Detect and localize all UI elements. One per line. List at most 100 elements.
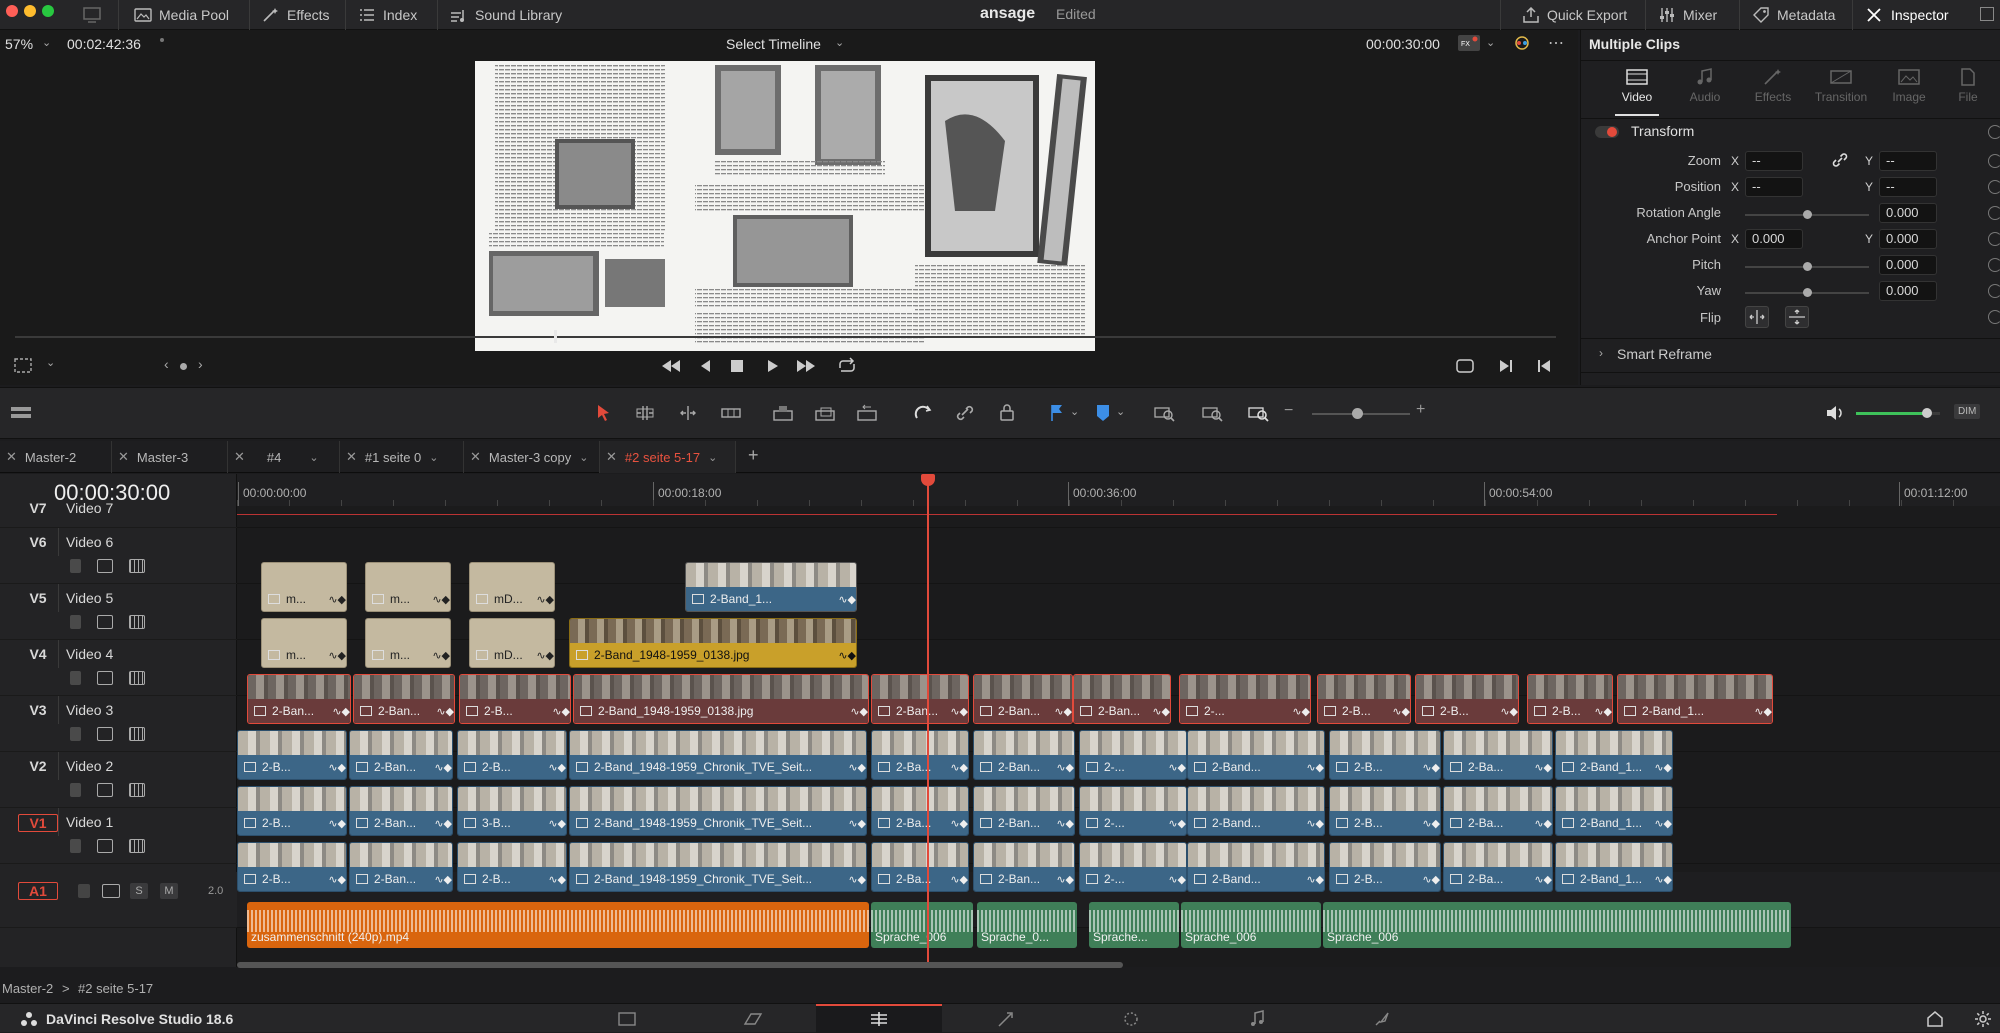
image-clip[interactable]: 2-B... ∿◆ xyxy=(1329,730,1441,780)
image-clip[interactable]: 2-B... ∿◆ xyxy=(237,730,347,780)
close-tab-icon[interactable]: ✕ xyxy=(118,449,129,465)
lock-track-icon[interactable] xyxy=(70,671,81,685)
image-clip[interactable]: 2-... ∿◆ xyxy=(1079,786,1187,836)
close-tab-icon[interactable]: ✕ xyxy=(234,449,245,465)
next-clip-arrow-icon[interactable]: › xyxy=(198,356,203,372)
pitch-slider-knob[interactable] xyxy=(1803,262,1812,271)
image-clip[interactable]: 2-Band_1... ∿◆ xyxy=(1555,786,1673,836)
image-clip-red[interactable]: 2-Band_1948-1959_0138.jpg ∿◆ xyxy=(573,674,869,724)
disable-track-icon[interactable] xyxy=(129,615,145,629)
workspace-icon[interactable] xyxy=(82,6,102,24)
mute-button[interactable]: M xyxy=(160,883,178,899)
image-clip[interactable]: 3-B... ∿◆ xyxy=(457,786,567,836)
position-lock-icon[interactable] xyxy=(994,400,1020,426)
tab-chevron-icon[interactable]: ⌄ xyxy=(429,451,438,464)
image-clip[interactable]: 2-Band... ∿◆ xyxy=(1187,730,1325,780)
keyframe-curve-icon[interactable]: ∿◆ xyxy=(838,649,856,662)
keyframe-curve-icon[interactable]: ∿◆ xyxy=(848,873,866,886)
track-id[interactable]: V5 xyxy=(18,590,58,606)
keyframe-curve-icon[interactable]: ∿◆ xyxy=(950,817,968,830)
go-to-start-icon[interactable] xyxy=(660,358,682,374)
text-clip[interactable]: mD... ∿◆ xyxy=(469,618,555,668)
keyframe-curve-icon[interactable]: ∿◆ xyxy=(1306,761,1324,774)
track-id[interactable]: V6 xyxy=(18,534,58,550)
keyframe-curve-icon[interactable]: ∿◆ xyxy=(1054,705,1072,718)
image-clip-red[interactable]: 2-B... ∿◆ xyxy=(1527,674,1613,724)
keyframe-curve-icon[interactable]: ∿◆ xyxy=(1292,705,1310,718)
auto-select-track-icon[interactable] xyxy=(97,615,113,629)
keyframe-curve-icon[interactable]: ∿◆ xyxy=(838,593,856,606)
keyframe-curve-icon[interactable]: ∿◆ xyxy=(548,873,566,886)
transform-toggle[interactable] xyxy=(1595,126,1619,138)
render-cache-chevron-icon[interactable]: ⌄ xyxy=(1486,36,1495,49)
image-clip[interactable]: 2-Ban... ∿◆ xyxy=(349,842,453,892)
zoom-x-input[interactable]: -- xyxy=(1745,151,1803,171)
next-edit-icon[interactable] xyxy=(1498,358,1514,374)
keyframe-curve-icon[interactable]: ∿◆ xyxy=(328,761,346,774)
inspector-button[interactable]: Inspector xyxy=(1866,0,1949,30)
keyframe-curve-icon[interactable]: ∿◆ xyxy=(328,817,346,830)
position-x-input[interactable]: -- xyxy=(1745,177,1803,197)
yaw-slider-knob[interactable] xyxy=(1803,288,1812,297)
timeline-horizontal-scrollbar[interactable] xyxy=(237,962,1123,968)
position-y-input[interactable]: -- xyxy=(1879,177,1937,197)
volume-knob[interactable] xyxy=(1922,408,1933,418)
audio-clip[interactable]: zusammenschnitt (240p).mp4 xyxy=(247,902,869,948)
tab-chevron-icon[interactable]: ⌄ xyxy=(708,451,717,464)
timeline-tracks[interactable]: m... ∿◆ m... ∿◆ mD... ∿◆ 2-Band_1... ∿◆ m... ∿◆ m.… xyxy=(237,506,2000,967)
keyframe-curve-icon[interactable]: ∿◆ xyxy=(850,705,868,718)
rotation-slider-knob[interactable] xyxy=(1803,210,1812,219)
image-clip[interactable]: 2-Band_1948-1959_Chronik_TVE_Seit... ∿◆ xyxy=(569,842,867,892)
keyframe-curve-icon[interactable]: ∿◆ xyxy=(328,593,346,606)
track-header-v4[interactable]: V4 Video 4 xyxy=(0,640,237,696)
track-name[interactable]: Video 3 xyxy=(66,702,113,718)
track-header-v7[interactable]: V7 Video 7 xyxy=(0,500,237,528)
expand-panel-icon[interactable] xyxy=(1980,7,1994,21)
viewer-playhead[interactable] xyxy=(554,330,558,343)
stop-icon[interactable] xyxy=(731,360,743,372)
match-frame-icon[interactable] xyxy=(1454,358,1476,374)
mixer-button[interactable]: Mixer xyxy=(1658,0,1717,30)
keyframe-curve-icon[interactable]: ∿◆ xyxy=(434,817,452,830)
settings-gear-icon[interactable] xyxy=(1974,1010,1992,1028)
image-clip[interactable]: 2-Band... ∿◆ xyxy=(1187,786,1325,836)
transform-section-title[interactable]: Transform xyxy=(1631,123,1694,139)
minimize-window-button[interactable] xyxy=(24,5,36,17)
tab-image[interactable]: Image xyxy=(1875,68,1943,104)
track-header-v6[interactable]: V6 Video 6 xyxy=(0,528,237,584)
blade-tool-icon[interactable] xyxy=(718,400,744,426)
insert-clip-icon[interactable] xyxy=(770,400,796,426)
track-header-v2[interactable]: V2 Video 2 xyxy=(0,752,237,808)
keyframe-curve-icon[interactable]: ∿◆ xyxy=(1056,817,1074,830)
image-clip-red[interactable]: 2-Ban... ∿◆ xyxy=(353,674,455,724)
keyframe-curve-icon[interactable]: ∿◆ xyxy=(1534,817,1552,830)
timeline-zoom-knob[interactable] xyxy=(1352,408,1363,419)
dynamic-trim-icon[interactable] xyxy=(675,400,701,426)
image-clip-red[interactable]: 2-... ∿◆ xyxy=(1179,674,1311,724)
reset-pitch-icon[interactable] xyxy=(1988,258,2000,272)
breadcrumb-current[interactable]: #2 seite 5-17 xyxy=(78,981,153,996)
timeline-ruler[interactable]: 00:00:00:00 00:00:18:00 00:00:36:00 00:00:5… xyxy=(237,474,2000,506)
media-pool-button[interactable]: Media Pool xyxy=(134,0,229,30)
disable-track-icon[interactable] xyxy=(129,671,145,685)
home-icon[interactable] xyxy=(1926,1010,1944,1027)
image-clip[interactable]: 2-Band_1... ∿◆ xyxy=(1555,842,1673,892)
zoom-chevron-icon[interactable]: ⌄ xyxy=(42,36,51,49)
keyframe-curve-icon[interactable]: ∿◆ xyxy=(1422,873,1440,886)
track-name[interactable]: Video 6 xyxy=(66,534,113,550)
viewer-zoom[interactable]: 57% xyxy=(5,36,33,52)
keyframe-curve-icon[interactable]: ∿◆ xyxy=(1594,705,1612,718)
auto-select-track-icon[interactable] xyxy=(97,783,113,797)
text-clip[interactable]: m... ∿◆ xyxy=(261,562,347,612)
color-picker-icon[interactable] xyxy=(1512,34,1532,52)
add-timeline-tab-icon[interactable]: + xyxy=(748,445,759,466)
auto-select-track-icon[interactable] xyxy=(102,884,120,898)
go-to-end-icon[interactable] xyxy=(795,358,817,374)
image-clip-red[interactable]: 2-Ban... ∿◆ xyxy=(1073,674,1171,724)
image-clip[interactable]: 2-Band_1948-1959_Chronik_TVE_Seit... ∿◆ xyxy=(569,786,867,836)
lock-track-icon[interactable] xyxy=(70,727,81,741)
keyframe-curve-icon[interactable]: ∿◆ xyxy=(1056,873,1074,886)
lock-track-icon[interactable] xyxy=(70,559,81,573)
image-clip[interactable]: 2-Ban... ∿◆ xyxy=(349,786,453,836)
image-clip[interactable]: 2-B... ∿◆ xyxy=(457,842,567,892)
